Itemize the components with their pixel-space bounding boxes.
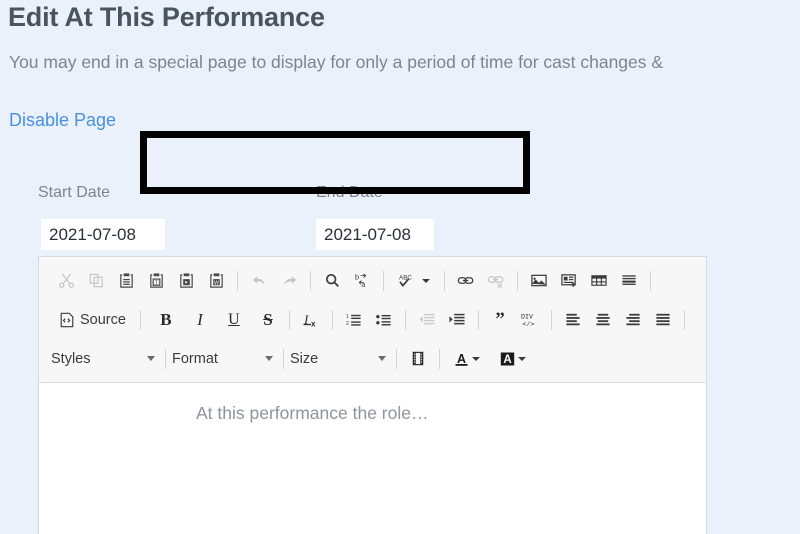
align-center-icon[interactable] [588,305,618,335]
underline-icon[interactable]: U [219,305,249,335]
format-dropdown-label: Format [172,350,218,367]
text-color-icon[interactable]: A [446,344,488,374]
redo-icon[interactable] [274,266,304,296]
toolbar-separator [139,309,141,330]
svg-text:b: b [354,274,358,282]
spell-check-icon[interactable]: ABC [390,266,438,296]
rich-text-editor: T W b a ABC Source B I U S I x 1 2 ” DIV… [38,256,707,534]
toolbar-separator [237,270,238,291]
format-dropdown[interactable]: Format [172,344,277,374]
toolbar-separator [331,309,333,330]
styles-dropdown-label: Styles [51,350,91,367]
end-date-label: End Date [316,184,383,201]
start-date-label: Start Date [38,184,111,201]
disable-page-link[interactable]: Disable Page [9,110,116,131]
indent-icon[interactable] [442,305,472,335]
svg-text:1: 1 [346,314,349,320]
insert-template-icon[interactable] [554,266,584,296]
page-root: Edit At This Performance You may end in … [0,0,800,534]
toolbar-separator [439,348,440,369]
align-right-icon[interactable] [618,305,648,335]
toolbar-separator [517,270,518,291]
toolbar-row-2: Source B I U S I x 1 2 ” DIV </> [39,300,706,339]
toolbar-separator [477,309,479,330]
svg-text:T: T [154,280,158,286]
svg-text:2: 2 [346,321,349,327]
paste-icon[interactable] [111,266,141,296]
toolbar-separator [283,348,284,369]
table-icon[interactable] [584,266,614,296]
cut-icon[interactable] [51,266,81,296]
copy-icon[interactable] [81,266,111,296]
editor-toolbar: T W b a ABC Source B I U S I x 1 2 ” DIV… [39,257,706,383]
remove-format-icon[interactable]: I x [296,305,326,335]
styles-dropdown[interactable]: Styles [51,344,159,374]
svg-text:A: A [457,352,466,366]
chevron-down-icon [265,356,273,361]
start-date-input[interactable] [41,219,165,250]
replace-icon[interactable]: b a [347,266,377,296]
chevron-down-icon [147,356,155,361]
toolbar-separator [404,309,406,330]
toolbar-separator [383,270,384,291]
paste-from-word-icon[interactable] [171,266,201,296]
toolbar-row-3: Styles Format Size A A [39,339,706,378]
svg-text:W: W [214,280,219,286]
end-date-input[interactable] [316,219,434,250]
toolbar-separator [288,309,290,330]
justify-icon[interactable] [648,305,678,335]
toolbar-separator [683,309,685,330]
chevron-down-icon [472,356,480,361]
svg-text:A: A [503,354,511,366]
page-title: Edit At This Performance [8,2,325,32]
outdent-icon[interactable] [412,305,442,335]
align-left-icon[interactable] [558,305,588,335]
chevron-down-icon [518,356,526,361]
paste-from-word-doc-icon[interactable]: W [201,266,231,296]
toolbar-separator [444,270,445,291]
svg-text:</>: </> [522,320,534,328]
chevron-down-icon [422,278,430,283]
editor-content-area[interactable]: At this performance the role… [39,383,706,534]
editor-placeholder-text: At this performance the role… [196,403,429,423]
find-icon[interactable] [317,266,347,296]
strikethrough-icon[interactable]: S [253,305,283,335]
italic-icon[interactable]: I [185,305,215,335]
media-embed-icon[interactable] [403,344,433,374]
toolbar-separator [550,309,552,330]
toolbar-separator [310,270,311,291]
toolbar-separator [396,348,397,369]
toolbar-separator [165,348,166,369]
size-dropdown[interactable]: Size [290,344,390,374]
link-icon[interactable] [451,266,481,296]
svg-text:x: x [311,319,316,328]
div-container-icon[interactable]: DIV </> [515,305,545,335]
bulleted-list-icon[interactable] [369,305,399,335]
chevron-down-icon [378,356,386,361]
background-color-icon[interactable]: A [492,344,534,374]
numbered-list-icon[interactable]: 1 2 [339,305,369,335]
image-icon[interactable] [524,266,554,296]
size-dropdown-label: Size [290,350,319,367]
paste-as-plain-text-icon[interactable]: T [141,266,171,296]
source-label: Source [80,311,126,328]
page-subtitle: You may end in a special page to display… [9,52,664,72]
horizontal-rule-icon[interactable] [614,266,644,296]
blockquote-icon[interactable]: ” [485,305,515,335]
svg-text:ABC: ABC [399,275,412,282]
toolbar-row-1: T W b a ABC [39,261,706,300]
unlink-icon[interactable] [481,266,511,296]
toolbar-separator [650,270,651,291]
source-button[interactable]: Source [51,305,134,335]
undo-icon[interactable] [244,266,274,296]
bold-icon[interactable]: B [151,305,181,335]
